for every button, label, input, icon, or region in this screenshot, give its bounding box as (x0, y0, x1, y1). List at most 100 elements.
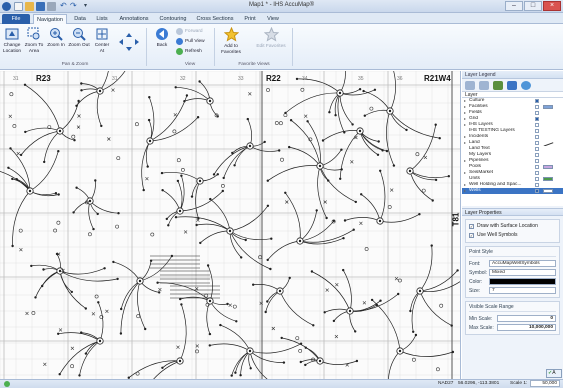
max-scale-input[interactable]: 10,000,000 (497, 324, 556, 331)
layer-visibility-checkbox[interactable] (535, 153, 539, 157)
pan-arrows[interactable] (116, 32, 142, 54)
layer-name: My Layers (469, 152, 492, 157)
ribbon-tabs: File Navigation Data Lists Annotations C… (0, 13, 563, 24)
pull-view-button[interactable]: Pull View (176, 38, 205, 45)
draw-surface-location-label: Draw with Surface Location (477, 223, 538, 229)
layer-row[interactable]: ▸ Wells (462, 188, 563, 194)
group-separator (214, 28, 215, 66)
edit-favorites-button[interactable]: Edit Favorites (256, 27, 286, 50)
section-number: 34 (302, 76, 308, 82)
layer-visibility-checkbox[interactable] (535, 129, 539, 133)
font-label: Font: (469, 260, 481, 267)
ribbon: Change Location Zoom To Area Zoom In Zoo… (0, 24, 563, 70)
layer-visibility-checkbox[interactable] (535, 123, 539, 127)
use-well-symbols-checkbox[interactable]: ✓ Use Well Symbols (469, 231, 556, 240)
layer-visibility-checkbox[interactable] (535, 189, 539, 193)
status-ok-icon (4, 381, 10, 387)
min-scale-label: Min Scale: (469, 315, 493, 322)
edit-favorites-label: Edit Favorites (256, 44, 286, 49)
pan-zoom-group-label: Pan & Zoom (61, 62, 89, 67)
layer-name: Wells (469, 188, 481, 193)
layer-name: Land (469, 140, 480, 145)
back-button[interactable]: Back (152, 27, 172, 49)
layer-visibility-checkbox[interactable] (535, 183, 539, 187)
layer-visibility-checkbox[interactable] (535, 117, 539, 121)
map-canvas[interactable] (0, 71, 461, 379)
tab-contouring[interactable]: Contouring (156, 14, 190, 24)
layers-icon[interactable] (493, 80, 503, 90)
layer-visibility-checkbox[interactable] (535, 111, 539, 115)
symbol-select[interactable]: Mixed (489, 269, 556, 276)
window-title: Map1 * - IHS AccuMap® (248, 2, 315, 8)
section-number: 31 (112, 76, 118, 82)
font-row: Font: AccuMapWellSymbols (469, 259, 556, 268)
visible-scale-range-frame: Visible Scale Range Min Scale: 0 Max Sca… (465, 301, 560, 335)
layer-visibility-checkbox[interactable] (535, 177, 539, 181)
layer-name: IHS Layers (469, 122, 493, 127)
tab-data[interactable]: Data (70, 14, 90, 24)
center-at-button[interactable]: Center At (92, 27, 112, 54)
maximize-button[interactable]: □ (524, 1, 542, 11)
tab-annotations[interactable]: Annotations (116, 14, 152, 24)
pan-arrows-icon (119, 33, 139, 51)
add-to-favorites-label: Add to Favorites (221, 44, 241, 55)
zoom-in-button[interactable]: Zoom In (46, 27, 66, 49)
tab-view[interactable]: View (263, 14, 283, 24)
size-select[interactable]: 7 (489, 287, 556, 294)
layer-data-icon[interactable] (507, 80, 517, 90)
layer-style-swatch[interactable] (543, 177, 553, 181)
layer-visibility-checkbox[interactable] (535, 135, 539, 139)
forward-label: Forward (185, 29, 203, 34)
close-button[interactable]: × (543, 1, 561, 11)
minimize-button[interactable]: – (505, 1, 523, 11)
tab-print[interactable]: Print (240, 14, 260, 24)
layer-visibility-checkbox[interactable] (535, 105, 539, 109)
expand-arrow-icon[interactable]: ▸ (464, 188, 466, 194)
pull-view-label: Pull View (185, 39, 205, 44)
pull-view-icon (176, 38, 183, 45)
color-picker[interactable] (489, 278, 556, 285)
favorites-group-label: Favorite Views (238, 62, 270, 67)
layer-visibility-checkbox[interactable] (535, 171, 539, 175)
scale-value[interactable]: 50,000 (530, 380, 560, 387)
tab-file[interactable]: File (2, 14, 30, 24)
center-at-label: Center At (94, 43, 110, 54)
font-select[interactable]: AccuMapWellSymbols (489, 260, 556, 267)
layer-column-header: Layer (462, 91, 563, 98)
layer-visibility-checkbox[interactable] (535, 147, 539, 151)
layer-visibility-checkbox[interactable] (535, 99, 539, 103)
min-scale-input[interactable]: 0 (497, 315, 556, 322)
draw-surface-location-checkbox[interactable]: ✓ Draw with Surface Location (469, 222, 556, 231)
refresh-button[interactable]: Refresh (176, 48, 202, 55)
zoom-to-area-button[interactable]: Zoom To Area (24, 27, 44, 54)
apply-button[interactable]: ✓A (546, 369, 562, 378)
add-layer-icon[interactable] (465, 80, 475, 90)
tab-cross-sections[interactable]: Cross Sections (194, 14, 236, 24)
checkmark-icon: ✓ (469, 233, 474, 238)
layer-visibility-checkbox[interactable] (535, 141, 539, 145)
layer-visibility-checkbox[interactable] (535, 165, 539, 169)
layer-style-swatch[interactable] (543, 189, 553, 193)
zoom-out-button[interactable]: Zoom Out (68, 27, 90, 49)
map-view[interactable]: R23 R22 R21W4 T81 31 32 33 34 35 36 31 (0, 71, 461, 379)
range-label-r22: R22 (266, 74, 281, 83)
add-to-favorites-button[interactable]: Add to Favorites (218, 27, 244, 55)
section-number: 36 (397, 76, 403, 82)
datum-label: NAD27 (438, 381, 454, 386)
layer-options-icon[interactable] (479, 80, 489, 90)
visible-scale-range-title: Visible Scale Range (469, 304, 556, 312)
layer-name: Culture (469, 98, 485, 103)
window-controls: – □ × (504, 1, 561, 11)
layer-style-swatch[interactable] (543, 105, 553, 109)
change-location-button[interactable]: Change Location (2, 27, 22, 54)
layer-visibility-checkbox[interactable] (535, 159, 539, 163)
forward-button[interactable]: Forward (176, 28, 203, 35)
size-row: Size: 7 (469, 286, 556, 295)
zoom-out-icon (73, 28, 86, 41)
tab-lists[interactable]: Lists (92, 14, 112, 24)
refresh-layers-icon[interactable] (521, 80, 531, 90)
max-scale-row: Max Scale: 10,000,000 (469, 323, 556, 332)
layer-style-swatch[interactable] (543, 165, 553, 169)
tab-navigation[interactable]: Navigation (33, 14, 67, 24)
range-label-r21w4: R21W4 (424, 74, 451, 83)
